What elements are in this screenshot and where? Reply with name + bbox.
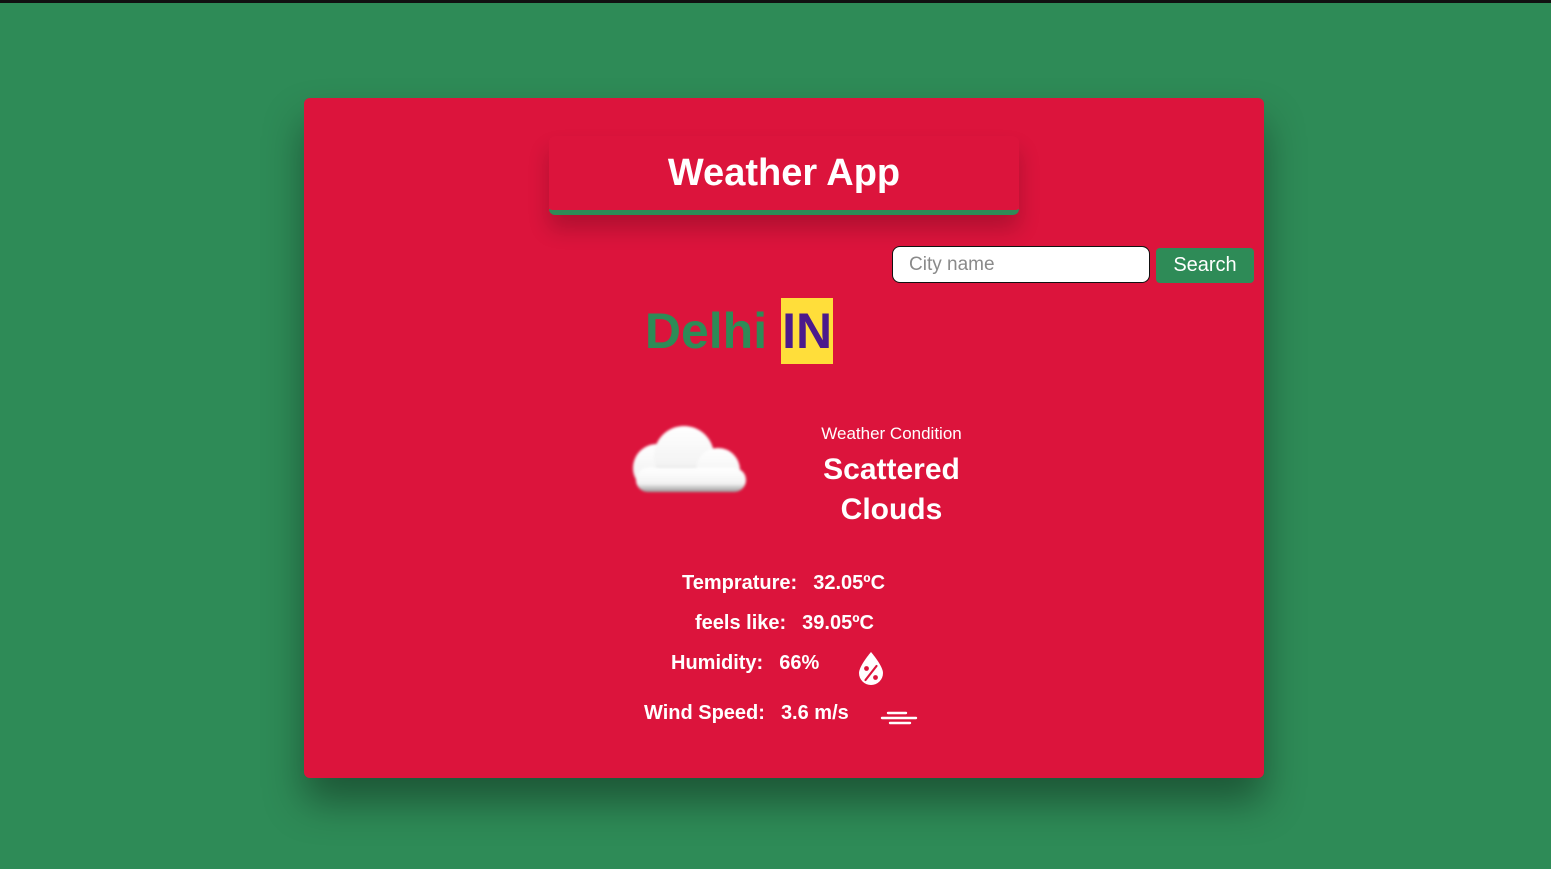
feels-like-stat: feels like: 39.05ºC <box>695 612 874 635</box>
weather-condition: Weather Condition Scattered Clouds <box>779 424 1004 530</box>
humidity-stat: Humidity: 66% <box>671 652 819 675</box>
search-button[interactable]: Search <box>1156 248 1254 283</box>
humidity-label: Humidity: <box>671 652 764 674</box>
temperature-value: 32.05ºC <box>813 572 886 594</box>
condition-label: Weather Condition <box>821 424 962 443</box>
country-code-badge: IN <box>781 298 834 364</box>
temperature-label: Temprature: <box>682 572 798 594</box>
cloud-icon <box>633 426 746 492</box>
feels-like-value: 39.05ºC <box>802 612 874 634</box>
weather-card: Weather App Search Delhi IN Weather Cond… <box>304 98 1264 778</box>
condition-value-line2: Clouds <box>840 493 943 526</box>
wind-icon <box>880 711 918 725</box>
humidity-value: 66% <box>779 652 820 674</box>
temperature-stat: Temprature: 32.05ºC <box>682 572 885 595</box>
humidity-drop-icon <box>859 652 883 685</box>
wind-speed-stat: Wind Speed: 3.6 m/s <box>644 702 849 725</box>
city-name: Delhi <box>644 303 768 359</box>
wind-speed-value: 3.6 m/s <box>780 702 849 724</box>
location-heading: Delhi IN <box>304 298 1264 364</box>
city-search-input[interactable] <box>892 246 1150 283</box>
window-top-border <box>0 0 1551 3</box>
app-header: Weather App <box>549 136 1019 215</box>
wind-speed-label: Wind Speed: <box>644 702 765 724</box>
app-title: Weather App <box>667 151 901 194</box>
feels-like-label: feels like: <box>695 612 787 634</box>
condition-value-line1: Scattered <box>823 453 960 486</box>
